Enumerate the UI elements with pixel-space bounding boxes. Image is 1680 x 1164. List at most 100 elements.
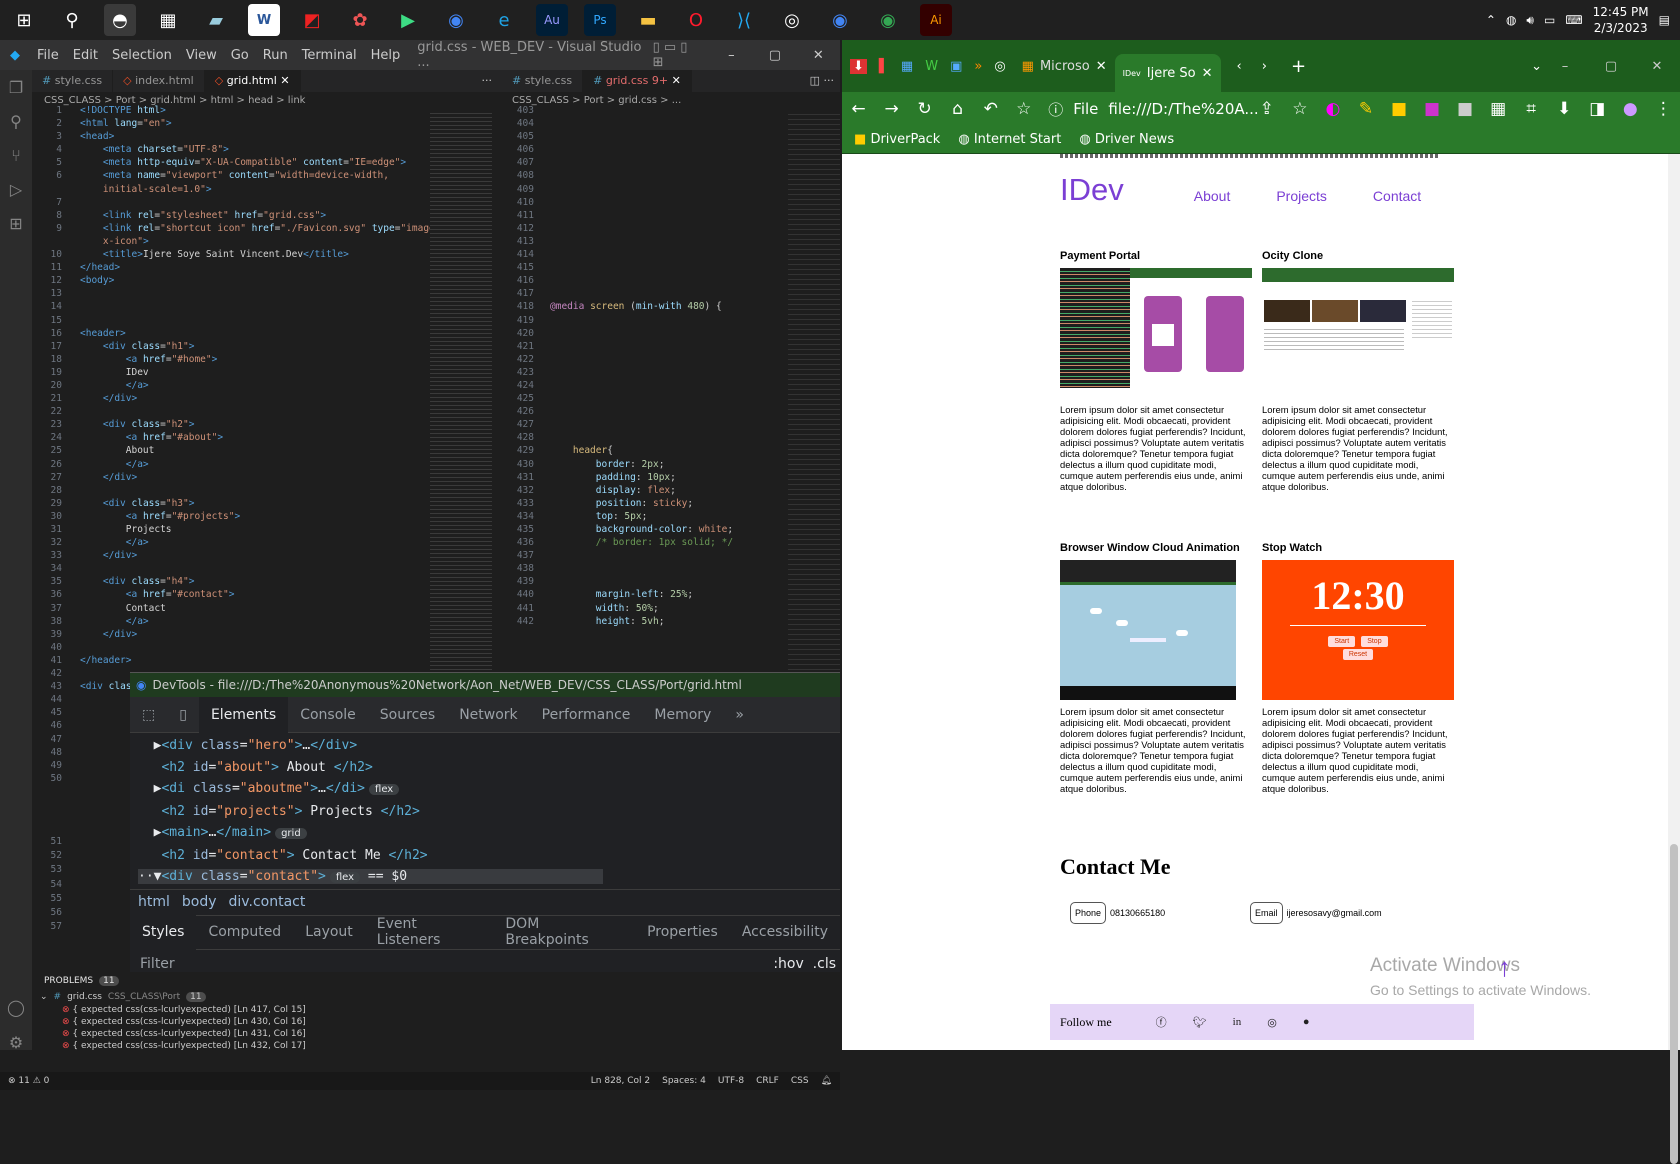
- opera-icon[interactable]: O: [680, 4, 712, 36]
- menu-view[interactable]: View: [179, 48, 224, 63]
- tab-sources[interactable]: Sources: [368, 697, 447, 733]
- extension-icon[interactable]: ■: [1449, 99, 1482, 119]
- extension-icon[interactable]: ■: [1382, 99, 1415, 119]
- reload-icon[interactable]: ↻: [908, 99, 941, 119]
- explorer-icon[interactable]: ❐: [0, 70, 32, 104]
- keyboard-icon[interactable]: ⌨: [1565, 13, 1582, 27]
- minimap-right[interactable]: [788, 110, 840, 670]
- minimap-left[interactable]: [430, 110, 492, 670]
- github-icon[interactable]: ●: [1303, 1016, 1310, 1028]
- tab-style-css[interactable]: # style.css: [32, 70, 114, 92]
- email-button[interactable]: Email: [1250, 902, 1283, 924]
- problems-tab[interactable]: PROBLEMS: [44, 976, 93, 986]
- grid-extension-icon[interactable]: ▦: [1482, 99, 1515, 119]
- tab-microsoft[interactable]: ▦ Microso ✕: [1014, 49, 1115, 83]
- tab-layout[interactable]: Layout: [293, 914, 365, 950]
- tab-icon[interactable]: ▌: [879, 59, 889, 74]
- twitter-icon[interactable]: 🐦︎: [1193, 1016, 1207, 1029]
- illustrator-icon[interactable]: Ai: [920, 4, 952, 36]
- download-tab-icon[interactable]: ⬇: [850, 58, 867, 74]
- tab-ijere[interactable]: IDev Ijere So ✕: [1114, 54, 1221, 92]
- pdf-icon[interactable]: ◩: [296, 4, 328, 36]
- dom-tree[interactable]: ▶<div class="hero">…</div> <h2 id="about…: [130, 733, 840, 889]
- close-tab-icon[interactable]: ✕: [1096, 59, 1107, 74]
- run-debug-icon[interactable]: ▷: [0, 172, 32, 206]
- home-icon[interactable]: ⌂: [941, 99, 974, 119]
- css-code-editor[interactable]: @media screen (min-with 480) { header{ b…: [550, 104, 786, 628]
- menu-kebab-icon[interactable]: ⋮: [1647, 99, 1680, 119]
- status-problems[interactable]: ⊗ 11 ⚠ 0: [0, 1076, 57, 1086]
- audition-icon[interactable]: Au: [536, 4, 568, 36]
- chrome-icon-3[interactable]: ◉: [872, 4, 904, 36]
- close-icon[interactable]: ✕: [797, 48, 840, 63]
- maximize-icon[interactable]: ▢: [1588, 59, 1634, 74]
- bookmark-driver-news[interactable]: ◍ Driver News: [1079, 132, 1174, 147]
- edge-icon[interactable]: e: [488, 4, 520, 36]
- network-icon[interactable]: ◍: [1506, 13, 1516, 27]
- side-panel-icon[interactable]: ◨: [1581, 99, 1614, 119]
- close-tab-icon[interactable]: ✕: [280, 74, 289, 87]
- tab-performance[interactable]: Performance: [530, 697, 643, 733]
- extension-icon[interactable]: ■: [1416, 99, 1449, 119]
- color-extension-icon[interactable]: ◐: [1316, 99, 1349, 119]
- pinned-tabs[interactable]: ⬇ ▌ ▦ W ▣ » ◎: [842, 49, 1014, 83]
- problem-file-row[interactable]: ⌄ # grid.css CSS_CLASS\Port 11: [32, 990, 840, 1004]
- tab-scroll-right-icon[interactable]: ›: [1262, 59, 1267, 74]
- tab-search-icon[interactable]: ⌄: [1531, 59, 1542, 74]
- extensions-icon[interactable]: ⊞: [0, 206, 32, 240]
- more-icon[interactable]: ···: [472, 70, 503, 92]
- bell-icon[interactable]: 🔔︎: [821, 1076, 832, 1086]
- tab-icon[interactable]: ▣: [950, 59, 962, 74]
- tab-icon[interactable]: W: [925, 59, 938, 74]
- bc-html[interactable]: html: [138, 894, 170, 910]
- menu-file[interactable]: File: [30, 48, 66, 63]
- problem-item[interactable]: ⊗ { expected css(css-lcurlyexpected) [Ln…: [32, 1040, 840, 1052]
- facebook-icon[interactable]: ⓕ: [1156, 1014, 1167, 1030]
- photoshop-icon[interactable]: Ps: [584, 4, 616, 36]
- notification-icon[interactable]: ▤: [1659, 13, 1670, 27]
- tab-grid-css[interactable]: # grid.css 9+ ✕: [583, 70, 692, 92]
- tab-memory[interactable]: Memory: [642, 697, 723, 733]
- undo-icon[interactable]: ↶: [974, 99, 1007, 119]
- menu-edit[interactable]: Edit: [66, 48, 105, 63]
- clock[interactable]: 12:45 PM 2/3/2023: [1593, 4, 1649, 36]
- tab-icon[interactable]: ▦: [901, 59, 913, 74]
- status-language[interactable]: CSS: [791, 1076, 809, 1086]
- instagram-icon[interactable]: ◎: [1267, 1016, 1277, 1029]
- scrollbar-thumb[interactable]: [1670, 844, 1678, 1164]
- vscode-icon[interactable]: ⟩⟨: [728, 4, 760, 36]
- device-toggle-icon[interactable]: ▯: [167, 697, 199, 733]
- arrow-up-icon[interactable]: ↑: [1498, 952, 1511, 983]
- page-scrollbar[interactable]: [1668, 154, 1680, 1164]
- tab-console[interactable]: Console: [288, 697, 368, 733]
- file-explorer-icon[interactable]: ▬: [632, 4, 664, 36]
- tab-index-html[interactable]: ◇ index.html: [113, 70, 205, 92]
- maximize-icon[interactable]: ▢: [753, 48, 796, 63]
- minimize-icon[interactable]: –: [710, 48, 753, 63]
- obs-icon[interactable]: ◎: [776, 4, 808, 36]
- menu-go[interactable]: Go: [224, 48, 256, 63]
- tab-styles[interactable]: Styles: [130, 914, 197, 950]
- settings-gear-icon[interactable]: ⚙: [0, 1025, 32, 1059]
- windows-start-icon[interactable]: ⊞: [8, 4, 40, 36]
- tab-network[interactable]: Network: [447, 697, 529, 733]
- new-tab-icon[interactable]: +: [1291, 56, 1306, 77]
- hov-cls-toggles[interactable]: :hov .cls: [773, 956, 836, 972]
- menu-help[interactable]: Help: [364, 48, 408, 63]
- star-icon[interactable]: ☆: [1007, 99, 1040, 119]
- status-cursor[interactable]: Ln 828, Col 2: [591, 1076, 650, 1086]
- tab-icon[interactable]: ◎: [994, 59, 1005, 74]
- chrome-icon[interactable]: ◉: [440, 4, 472, 36]
- menu-terminal[interactable]: Terminal: [295, 48, 364, 63]
- tab-style-css-right[interactable]: # style.css: [502, 70, 584, 92]
- bookmark-driverpack[interactable]: ■ DriverPack: [854, 132, 940, 147]
- linkedin-icon[interactable]: in: [1233, 1016, 1242, 1028]
- source-control-icon[interactable]: ⑂: [0, 138, 32, 172]
- tab-grid-html[interactable]: ◇ grid.html ✕: [204, 70, 301, 92]
- phone-button[interactable]: Phone: [1070, 902, 1107, 924]
- forward-icon[interactable]: →: [875, 99, 908, 119]
- tab-accessibility[interactable]: Accessibility: [730, 914, 840, 950]
- address-bar[interactable]: ⓘ File file:///D:/The%20A...: [1040, 99, 1258, 120]
- photos-app-icon[interactable]: ◓: [104, 4, 136, 36]
- crop-icon[interactable]: ⌗: [1515, 99, 1548, 119]
